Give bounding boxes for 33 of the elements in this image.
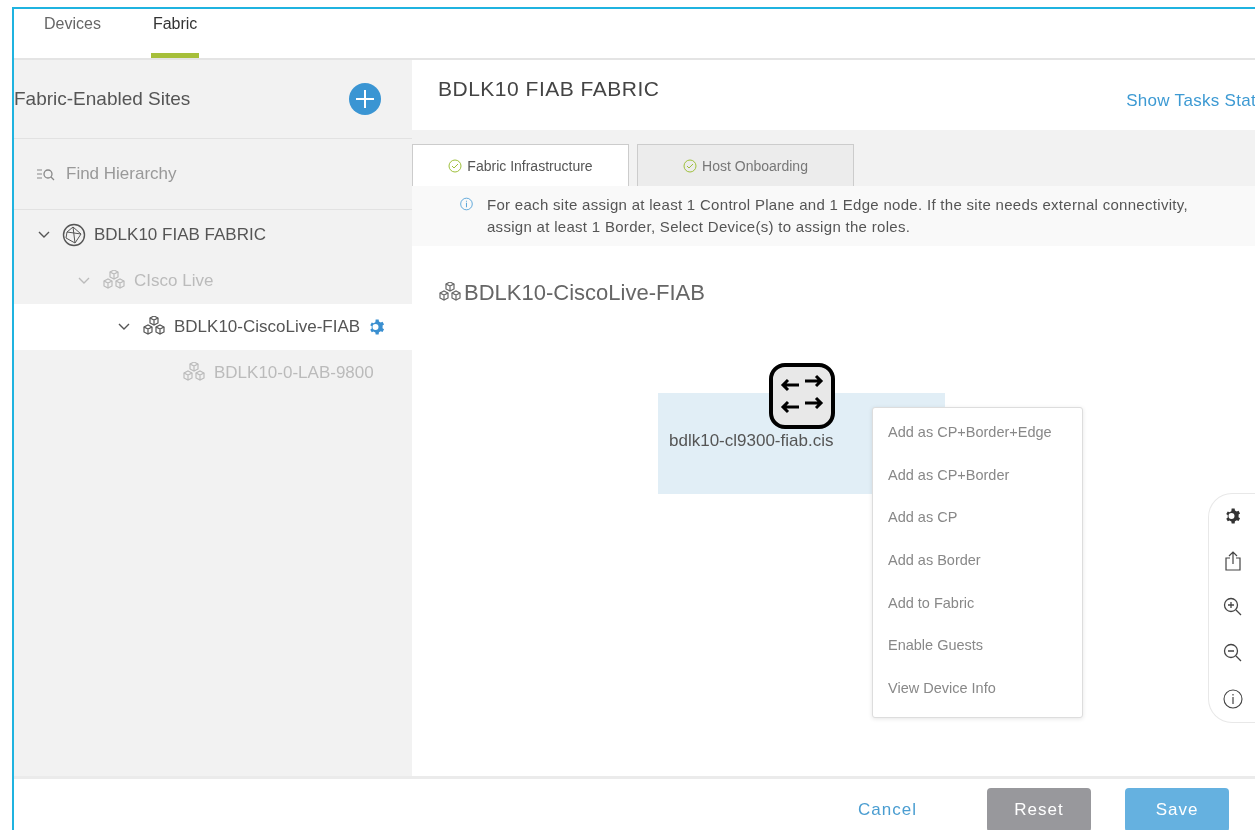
menu-item[interactable]: View Device Info [873, 669, 1082, 712]
tab[interactable]: Host Onboarding [637, 144, 854, 186]
show-tasks-link[interactable]: Show Tasks Stat [1126, 91, 1255, 130]
tab[interactable]: Fabric Infrastructure [412, 144, 629, 186]
nav-tab[interactable]: Devices [42, 9, 103, 58]
chevron-icon [78, 277, 90, 285]
info-message: For each site assign at least 1 Control Plane and 1 Edge node. If the site needs external connectivity, assign at least 1 Border, Select Device(s) to assign the roles. [486, 195, 1189, 237]
menu-item[interactable]: Add to Fabric [873, 583, 1082, 627]
menu-item[interactable]: Enable Guests [873, 626, 1082, 670]
share-icon[interactable] [1225, 551, 1241, 571]
globe-icon [62, 223, 86, 247]
reset-button[interactable]: Reset [987, 787, 1091, 830]
tree-item[interactable]: BDLK10 FIAB FABRIC [14, 212, 412, 258]
add-icon[interactable] [348, 82, 382, 116]
tree-item[interactable]: BDLK10-CiscoLive-FIAB [14, 304, 412, 350]
search-icon [36, 166, 56, 182]
cancel-link[interactable]: Cancel [852, 787, 923, 830]
search-field[interactable]: Find Hierarchy [64, 163, 368, 185]
settings-icon[interactable] [1224, 507, 1242, 525]
chevron-icon [118, 323, 130, 331]
zoom-out-icon[interactable] [1223, 643, 1243, 663]
menu-item[interactable]: Add as CP [873, 498, 1082, 542]
sidebar-title: Fabric-Enabled Sites [14, 88, 191, 110]
menu-item[interactable]: Add as Border [873, 541, 1082, 584]
site-title: BDLK10-CiscoLive-FIAB [464, 280, 705, 306]
save-button[interactable]: Save [1125, 787, 1229, 830]
check-circle-icon [683, 158, 698, 173]
switch-icon[interactable] [769, 363, 835, 429]
zoom-in-icon[interactable] [1223, 597, 1243, 617]
chevron-icon [38, 231, 50, 239]
page-title: BDLK10 FIAB FABRIC [438, 77, 660, 102]
info-icon[interactable] [1223, 689, 1243, 709]
check-circle-icon [448, 158, 463, 173]
